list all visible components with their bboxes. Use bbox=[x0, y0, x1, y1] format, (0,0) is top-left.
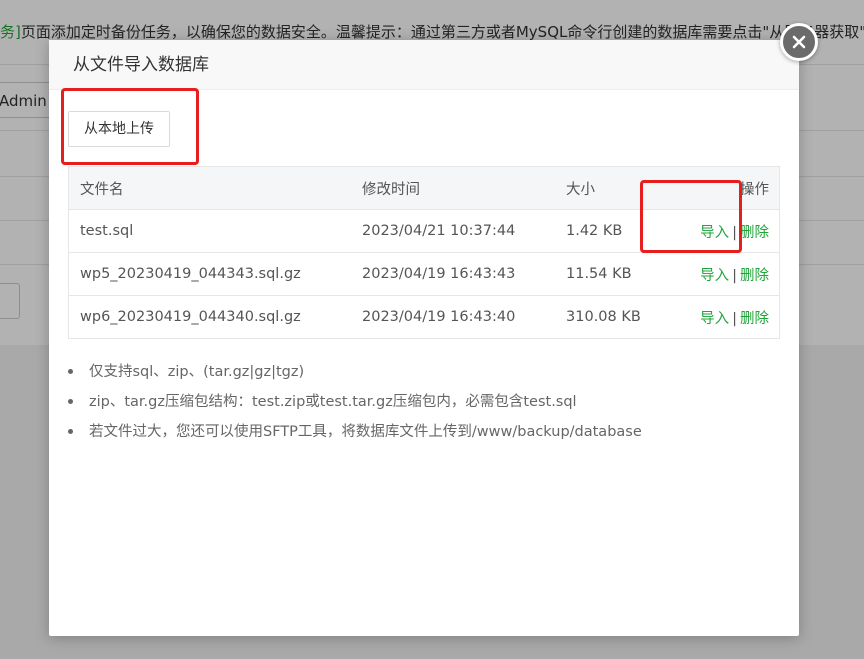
header-size[interactable]: 大小 bbox=[566, 166, 676, 210]
file-name: wp6_20230419_044340.sql.gz bbox=[68, 295, 362, 339]
tip-item: 仅支持sql、zip、(tar.gz|gz|tgz) bbox=[68, 357, 642, 387]
table-row: test.sql 2023/04/21 10:37:44 1.42 KB 导入 |… bbox=[68, 209, 780, 253]
bullet-icon bbox=[68, 429, 73, 434]
tip-text: 仅支持sql、zip、(tar.gz|gz|tgz) bbox=[89, 364, 305, 380]
close-icon bbox=[792, 35, 806, 49]
table-row: wp5_20230419_044343.sql.gz 2023/04/19 16… bbox=[68, 252, 780, 296]
modal-title: 从文件导入数据库 bbox=[73, 55, 209, 75]
tip-item: 若文件过大，您还可以使用SFTP工具，将数据库文件上传到/www/backup/… bbox=[68, 417, 642, 447]
table-header-row: 文件名 修改时间 大小 操作 bbox=[68, 166, 780, 210]
delete-link[interactable]: 删除 bbox=[740, 225, 769, 241]
bullet-icon bbox=[68, 369, 73, 374]
import-database-modal: 从文件导入数据库 从本地上传 文件名 修改时间 大小 操作 test.sql 2… bbox=[49, 23, 818, 636]
import-link[interactable]: 导入 bbox=[700, 311, 729, 327]
close-button[interactable] bbox=[780, 23, 818, 61]
tip-text: zip、tar.gz压缩包结构：test.zip或test.tar.gz压缩包内… bbox=[89, 394, 577, 410]
file-table: 文件名 修改时间 大小 操作 test.sql 2023/04/21 10:37… bbox=[68, 166, 780, 339]
file-operations: 导入 | 删除 bbox=[676, 295, 780, 339]
tip-text: 若文件过大，您还可以使用SFTP工具，将数据库文件上传到/www/backup/… bbox=[89, 424, 642, 440]
file-time: 2023/04/19 16:43:43 bbox=[362, 252, 566, 296]
header-filename[interactable]: 文件名 bbox=[68, 166, 362, 210]
bullet-icon bbox=[68, 399, 73, 404]
op-separator: | bbox=[732, 267, 737, 284]
import-link[interactable]: 导入 bbox=[700, 225, 729, 241]
file-operations: 导入 | 删除 bbox=[676, 252, 780, 296]
import-link[interactable]: 导入 bbox=[700, 268, 729, 284]
table-row: wp6_20230419_044340.sql.gz 2023/04/19 16… bbox=[68, 295, 780, 339]
file-time: 2023/04/19 16:43:40 bbox=[362, 295, 566, 339]
delete-link[interactable]: 删除 bbox=[740, 311, 769, 327]
file-size: 310.08 KB bbox=[566, 295, 676, 339]
modal-header: 从文件导入数据库 bbox=[49, 40, 799, 90]
file-time: 2023/04/21 10:37:44 bbox=[362, 209, 566, 253]
file-size: 11.54 KB bbox=[566, 252, 676, 296]
delete-link[interactable]: 删除 bbox=[740, 268, 769, 284]
file-name: test.sql bbox=[68, 209, 362, 253]
file-operations: 导入 | 删除 bbox=[676, 209, 780, 253]
file-name: wp5_20230419_044343.sql.gz bbox=[68, 252, 362, 296]
op-separator: | bbox=[732, 224, 737, 241]
tips-list: 仅支持sql、zip、(tar.gz|gz|tgz) zip、tar.gz压缩包… bbox=[68, 357, 642, 447]
header-modified-time[interactable]: 修改时间 bbox=[362, 166, 566, 210]
header-operations: 操作 bbox=[676, 166, 780, 210]
op-separator: | bbox=[732, 310, 737, 327]
upload-local-button[interactable]: 从本地上传 bbox=[68, 111, 170, 147]
tip-item: zip、tar.gz压缩包结构：test.zip或test.tar.gz压缩包内… bbox=[68, 387, 642, 417]
file-size: 1.42 KB bbox=[566, 209, 676, 253]
